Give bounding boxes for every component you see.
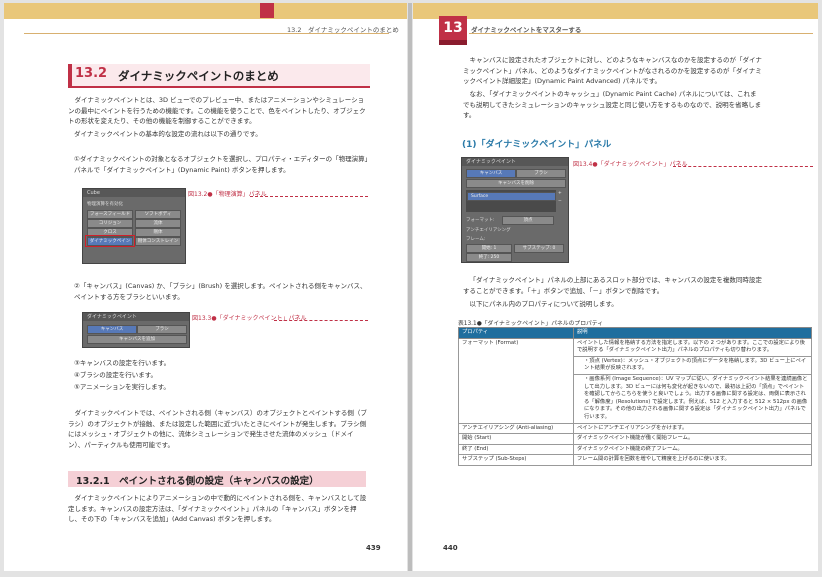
table-row: アンチエイリアシング (Anti-aliasing) ペイントにアンチエイリアシ…: [458, 422, 812, 435]
add-slot-icon[interactable]: +: [558, 191, 562, 196]
table-row: 開始 (Start) ダイナミックペイント機能が働く開始フレーム。: [458, 433, 812, 445]
highlight-box: [85, 235, 135, 247]
canvas-tab-right[interactable]: キャンバス: [466, 169, 516, 178]
table-row: フォーマット (Format) ペイントした情報を格納する方法を指定します。以下…: [458, 337, 812, 424]
collision-button[interactable]: コリジョン: [87, 219, 133, 228]
right-top-band: [413, 3, 818, 19]
physics-panel-screenshot: Cube 物理演算を有効化 フォースフィールド コリジョン クロス ダイナミック…: [82, 188, 186, 264]
left-page-number: 439: [366, 544, 381, 552]
table-row: 終了 (End) ダイナミックペイント機能の終了フレーム。: [458, 443, 812, 456]
remove-slot-icon[interactable]: −: [558, 199, 562, 204]
description-cell: ダイナミックペイント機能の終了フレーム。: [573, 443, 812, 456]
paragraph-2: ダイナミックペイントでは、ペイントされる側（キャンバス）のオブジェクトとペイント…: [68, 409, 367, 449]
subsection-title: 13.2.1 ペイントされる側の設定（キャンバスの設定）: [76, 476, 319, 487]
paragraph-3: ダイナミックペイントによりアニメーションの中で動的にペイントされる側を、キャンバ…: [68, 494, 367, 523]
rigid-body-constraint-button[interactable]: 剛体コンストレイント: [135, 237, 181, 246]
remove-canvas-button[interactable]: キャンバスを削除: [466, 179, 566, 188]
start-frame-field[interactable]: 開始: 1: [466, 244, 512, 253]
step-2: ②「キャンバス」(Canvas) か、「ブラシ」(Brush) を選択します。ペ…: [74, 282, 367, 301]
right-page: 13 ダイナミックペイントをマスターする キャンバスに設定されたオブジェクトに対…: [413, 3, 818, 571]
frame-label: フレーム:: [466, 237, 486, 242]
force-field-button[interactable]: フォースフィールド: [87, 210, 133, 219]
section-number: 13.2: [75, 66, 108, 81]
property-cell: 終了 (End): [458, 443, 574, 456]
property-cell: サブステップ (Sub-Steps): [458, 454, 574, 466]
step-4: ④ブラシの設定を行います。: [74, 371, 158, 379]
physics-panel-header: Cube: [83, 189, 185, 197]
property-cell: フォーマット (Format): [458, 337, 574, 424]
column-header-description: 説明: [573, 327, 812, 339]
description-cell: ペイントした情報を格納する方法を指定します。以下の 2 つがあります。ここでの設…: [573, 337, 812, 357]
rigid-body-button[interactable]: 剛体: [135, 228, 181, 237]
panel-header: ダイナミックペイント: [462, 158, 568, 166]
left-top-band: [4, 3, 407, 19]
description-cell: ・頂点 (Vertex)：メッシュ・オブジェクトの頂点にデータを格納します。3D…: [573, 355, 812, 375]
step-1: ①ダイナミックペイントの対象となるオブジェクトを選択し、プロパティ・エディターの…: [74, 155, 368, 174]
column-header-property: プロパティ: [458, 327, 574, 339]
format-label: フォーマット:: [466, 218, 495, 223]
section-title: ダイナミックペイントのまとめ: [118, 69, 279, 83]
description-cell: ダイナミックペイント機能が働く開始フレーム。: [573, 433, 812, 445]
chapter-number-underline: [439, 40, 467, 45]
step-5: ⑤アニメーションを実行します。: [74, 383, 170, 391]
left-page: 13.2 ダイナミックペイントのまとめ 13.2 ダイナミックペイントのまとめ …: [4, 3, 407, 571]
brush-tab-right[interactable]: ブラシ: [516, 169, 566, 178]
properties-table: プロパティ 説明 フォーマット (Format) ペイントした情報を格納する方法…: [458, 327, 812, 466]
end-frame-field[interactable]: 終了: 250: [466, 253, 512, 262]
right-paragraph-2: なお、「ダイナミックペイントのキャッシュ」(Dynamic Paint Cach…: [463, 90, 762, 119]
dynamic-paint-panel-screenshot: ダイナミックペイント キャンバス ブラシ キャンバスを削除 Surface + …: [461, 157, 569, 263]
dynamic-paint-panel-screenshot-small: ダイナミックペイント キャンバス ブラシ キャンバスを追加: [82, 312, 190, 348]
panel-subheading: (1)「ダイナミックペイント」パネル: [462, 140, 612, 150]
chapter-tab-marker: [260, 3, 274, 18]
format-select[interactable]: 頂点: [502, 216, 554, 225]
antialiasing-checkbox[interactable]: アンチエイリアシング: [466, 227, 511, 233]
left-header-rule: [24, 33, 389, 34]
canvas-tab[interactable]: キャンバス: [87, 325, 137, 334]
chapter-number-box: 13: [439, 16, 467, 40]
add-canvas-button[interactable]: キャンバスを追加: [87, 335, 187, 344]
soft-body-button[interactable]: ソフトボディ: [135, 210, 181, 219]
fluid-button[interactable]: 流体: [135, 219, 181, 228]
dynamic-paint-panel-header: ダイナミックペイント: [83, 313, 189, 321]
brush-tab[interactable]: ブラシ: [137, 325, 187, 334]
table-header-row: プロパティ 説明: [458, 327, 812, 339]
surface-slot[interactable]: Surface: [467, 192, 556, 201]
right-paragraph-1: キャンバスに設定されたオブジェクトに対し、どのようなキャンバスなのかを設定するの…: [463, 56, 762, 85]
property-cell: 開始 (Start): [458, 433, 574, 445]
right-header-rule: [469, 33, 813, 34]
step-3: ③キャンバスの設定を行います。: [74, 359, 171, 367]
surface-slot-list[interactable]: Surface: [466, 190, 556, 212]
right-page-number: 440: [443, 544, 458, 552]
book-gutter: [408, 3, 412, 571]
caption-rule-3: [673, 166, 813, 167]
subsection-heading: 13.2.1 ペイントされる側の設定（キャンバスの設定）: [68, 471, 366, 487]
table-caption: 表13.1●「ダイナミックペイント」パネルのプロパティ: [458, 321, 604, 327]
description-cell: ペイントにアンチエイリアシングをかけます。: [573, 422, 812, 435]
table-row: サブステップ (Sub-Steps) フレーム間の計算を回数を増やして精度を上げ…: [458, 454, 812, 466]
description-cell: フレーム間の計算を回数を増やして精度を上げるのに使います。: [573, 454, 812, 466]
property-cell: アンチエイリアシング (Anti-aliasing): [458, 422, 574, 435]
physics-enable-label: 物理演算を有効化: [87, 202, 123, 207]
description-cell: ・画像系列 (Image Sequence)：UV マップに従い、ダイナミックペ…: [573, 373, 812, 424]
intro-paragraph: ダイナミックペイントとは、3D ビューでのプレビュー中、またはアニメーションやシ…: [68, 96, 366, 125]
right-paragraph-3: 「ダイナミックペイント」パネルの上部にあるスロット部分では、キャンバスの設定を複…: [463, 276, 762, 295]
section-heading: 13.2 ダイナミックペイントのまとめ: [68, 64, 370, 88]
substeps-field[interactable]: サブステップ: 0: [514, 244, 564, 253]
figure-13-4-caption: 図13.4●「ダイナミックペイント」パネル: [573, 161, 688, 168]
intro-paragraph-2: ダイナミックペイントの基本的な設定の流れは以下の通りです。: [74, 130, 262, 138]
caption-rule: [250, 196, 368, 197]
caption-rule-2: [274, 320, 368, 321]
right-paragraph-4: 以下にパネル内のプロパティについて説明します。: [469, 300, 618, 308]
